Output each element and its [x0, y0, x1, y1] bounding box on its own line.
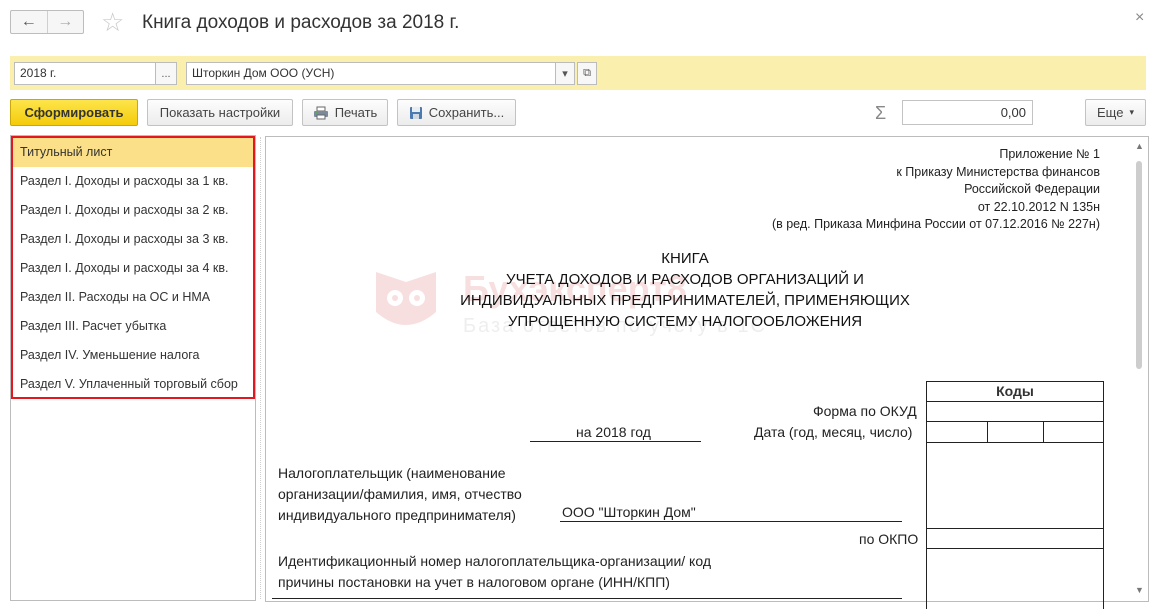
okpo-code-cell — [927, 529, 1103, 549]
sigma-icon: Σ — [875, 103, 887, 123]
forward-button[interactable]: → — [46, 11, 84, 33]
section-item-fixed-assets[interactable]: Раздел II. Расходы на ОС и НМА — [13, 283, 253, 312]
approval-line: от 22.10.2012 N 135н — [977, 199, 1100, 214]
arrow-right-icon: → — [57, 13, 74, 30]
arrow-left-icon: ← — [20, 13, 37, 30]
heading-line: УПРОЩЕННУЮ СИСТЕМУ НАЛОГООБЛОЖЕНИЯ — [507, 313, 863, 330]
save-label: Сохранить... — [428, 105, 505, 120]
taxpayer-underline — [560, 521, 902, 522]
section-item-loss[interactable]: Раздел III. Расчет убытка — [13, 312, 253, 341]
scroll-thumb[interactable] — [1136, 161, 1142, 369]
codes-header: Коды — [927, 382, 1103, 402]
section-item-income-q2[interactable]: Раздел I. Доходы и расходы за 2 кв. — [13, 196, 253, 225]
navigation-group: ← → — [10, 10, 84, 34]
year-text: на 2018 год — [576, 424, 651, 440]
floppy-disk-icon — [409, 106, 422, 119]
date-day-cell — [1044, 422, 1103, 442]
taxpayer-label-line: Налогоплательщик (наименование — [278, 465, 506, 481]
sections-list: Титульный лист Раздел I. Доходы и расход… — [11, 136, 255, 399]
window-title: Книга доходов и расходов за 2018 г. — [142, 12, 460, 33]
section-item-income-q3[interactable]: Раздел I. Доходы и расходы за 3 кв. — [13, 225, 253, 254]
back-button[interactable]: ← — [11, 11, 47, 33]
more-label: Еще — [1097, 105, 1124, 120]
year-underline — [530, 441, 701, 442]
favorite-star-icon[interactable]: ☆ — [101, 7, 124, 37]
inn-underline — [272, 598, 902, 599]
taxpayer-label: Налогоплательщик (наименование организац… — [278, 463, 522, 526]
printer-icon — [313, 106, 328, 119]
print-label: Печать — [334, 105, 378, 120]
section-item-trade-fee[interactable]: Раздел V. Уплаченный торговый сбор — [13, 370, 253, 399]
taxpayer-label-line: организации/фамилия, имя, отчество — [278, 486, 522, 502]
date-month-cell — [988, 422, 1044, 442]
close-icon[interactable]: × — [1135, 9, 1144, 27]
taxpayer-label-line: индивидуального предпринимателя) — [278, 507, 516, 523]
section-item-income-q4[interactable]: Раздел I. Доходы и расходы за 4 кв. — [13, 254, 253, 283]
date-year-cell — [927, 422, 988, 442]
print-button[interactable]: Печать — [302, 99, 388, 126]
period-field[interactable]: 2018 г. — [14, 62, 156, 85]
generate-button[interactable]: Сформировать — [10, 99, 138, 126]
open-form-icon: ⧉ — [583, 67, 591, 79]
codes-table: Коды — [926, 381, 1104, 609]
chevron-down-icon: ▾ — [1129, 107, 1134, 117]
date-code-row — [927, 422, 1103, 443]
period-select-button[interactable]: ... — [155, 62, 177, 85]
approval-line: (в ред. Приказа Минфина России от 07.12.… — [771, 217, 1100, 231]
approval-block: Приложение № 1 к Приказу Министерства фи… — [700, 146, 1100, 234]
report-scrollbar[interactable]: ▲ ▼ — [1132, 137, 1147, 601]
inn-label-line: причины постановки на учет в налоговом о… — [278, 574, 670, 590]
section-item-title-page[interactable]: Титульный лист — [13, 138, 253, 167]
heading-line: КНИГА — [661, 250, 709, 267]
section-item-tax-reduction[interactable]: Раздел IV. Уменьшение налога — [13, 341, 253, 370]
approval-line: к Приказу Министерства финансов — [896, 164, 1100, 179]
scroll-down-icon[interactable]: ▼ — [1132, 585, 1147, 595]
taxpayer-code-cell — [927, 443, 1103, 529]
okud-code-cell — [927, 402, 1103, 422]
report-heading: КНИГА УЧЕТА ДОХОДОВ И РАСХОДОВ ОРГАНИЗАЦ… — [385, 248, 985, 332]
heading-line: УЧЕТА ДОХОДОВ И РАСХОДОВ ОРГАНИЗАЦИЙ И — [506, 271, 864, 288]
approval-line: Российской Федерации — [964, 182, 1100, 196]
more-button[interactable]: Еще ▾ — [1085, 99, 1146, 126]
panel-splitter[interactable] — [260, 137, 261, 599]
save-button[interactable]: Сохранить... — [397, 99, 516, 126]
organization-field[interactable]: Шторкин Дом ООО (УСН) — [186, 62, 556, 85]
inn-label: Идентификационный номер налогоплательщик… — [278, 551, 711, 593]
section-item-income-q1[interactable]: Раздел I. Доходы и расходы за 1 кв. — [13, 167, 253, 196]
show-settings-button[interactable]: Показать настройки — [147, 99, 293, 126]
okud-label: Форма по ОКУД — [813, 403, 917, 419]
date-label: Дата (год, месяц, число) — [754, 424, 913, 440]
sum-field: 0,00 — [902, 100, 1033, 125]
taxpayer-value: ООО "Шторкин Дом" — [562, 504, 696, 520]
title-bar: ← → ☆ Книга доходов и расходов за 2018 г… — [0, 0, 1161, 48]
scroll-up-icon[interactable]: ▲ — [1132, 141, 1147, 151]
okpo-label: по ОКПО — [859, 531, 919, 547]
inn-label-line: Идентификационный номер налогоплательщик… — [278, 553, 711, 569]
heading-line: ИНДИВИДУАЛЬНЫХ ПРЕДПРИНИМАТЕЛЕЙ, ПРИМЕНЯ… — [460, 292, 910, 309]
approval-line: Приложение № 1 — [999, 147, 1100, 161]
organization-dropdown-button[interactable]: ▾ — [555, 62, 575, 85]
chevron-down-icon: ▾ — [562, 68, 568, 80]
organization-open-button[interactable]: ⧉ — [577, 62, 597, 85]
